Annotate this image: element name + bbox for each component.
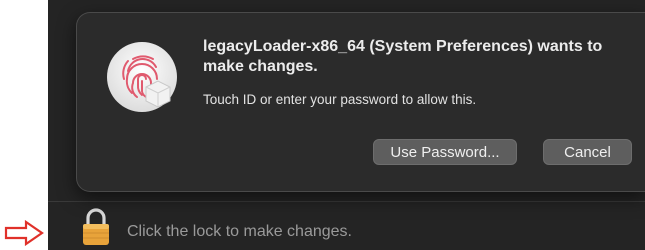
lock-hint-text: Click the lock to make changes. [127,223,352,240]
lock-icon[interactable] [80,207,112,247]
use-password-button[interactable]: Use Password... [373,139,517,165]
red-arrow-icon [4,220,44,246]
touch-id-fingerprint-icon [107,42,177,112]
dialog-title: legacyLoader-x86_64 (System Preferences)… [203,38,603,75]
cancel-button[interactable]: Cancel [543,139,632,165]
divider [48,201,645,202]
dialog-message: Touch ID or enter your password to allow… [203,92,477,107]
screen: Click the lock to make changes. legacyLo… [0,0,645,250]
auth-dialog: legacyLoader-x86_64 (System Preferences)… [76,12,645,192]
